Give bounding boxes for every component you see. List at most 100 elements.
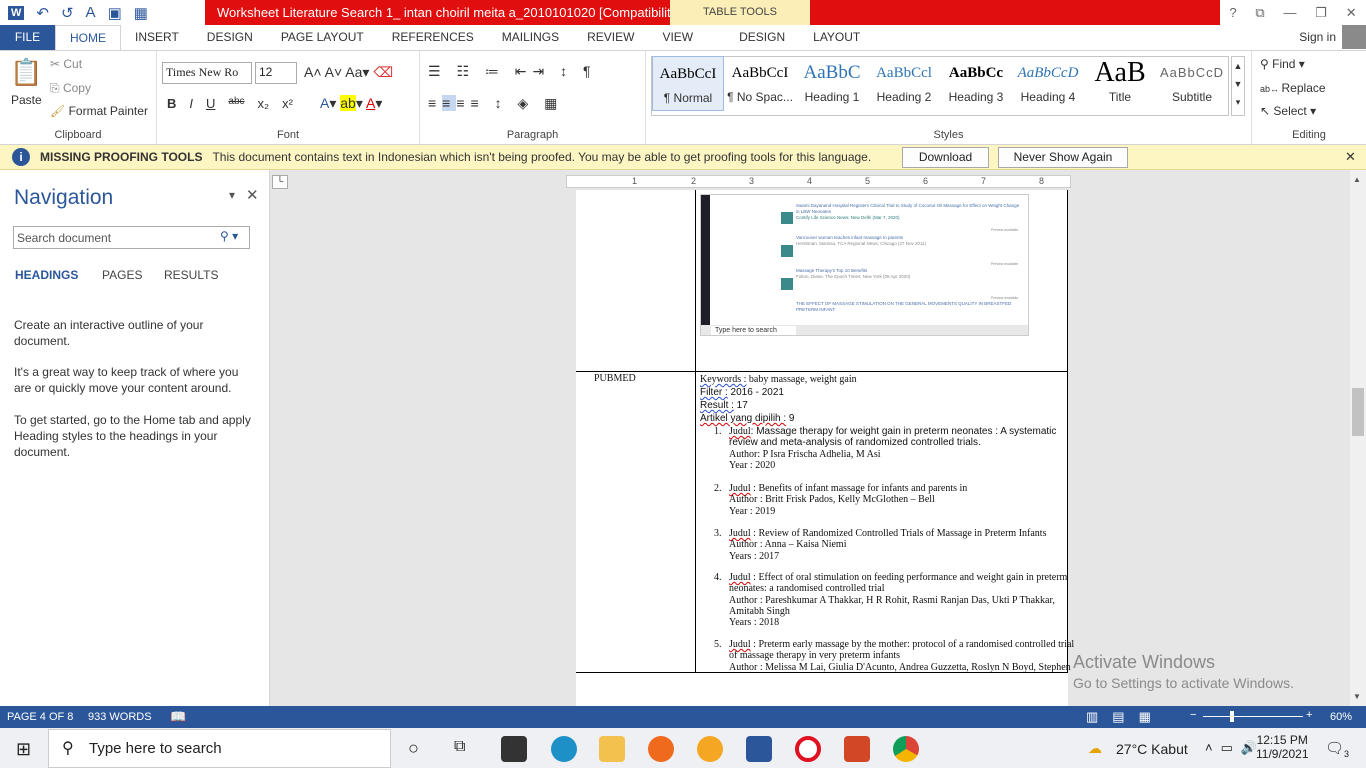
embedded-result: THE EFFECT OF MASSAGE STIMULATION ON THE…: [796, 301, 1012, 312]
tab-view[interactable]: VIEW: [648, 25, 707, 50]
paste-button[interactable]: Paste: [11, 93, 42, 107]
search-icon[interactable]: ⚲ ▾: [220, 229, 238, 243]
tab-table-layout[interactable]: LAYOUT: [799, 25, 874, 50]
tab-page-layout[interactable]: PAGE LAYOUT: [267, 25, 378, 50]
scroll-up-icon[interactable]: ▲: [1353, 175, 1361, 184]
undo-icon[interactable]: ↶: [36, 4, 49, 22]
close-pane-icon[interactable]: ✕: [246, 186, 259, 204]
pane-options-icon[interactable]: ▾: [229, 188, 235, 202]
never-show-again-button[interactable]: Never Show Again: [998, 147, 1128, 168]
grow-shrink-font-icons[interactable]: A˄ A˅ Aa▾ ⌫: [304, 64, 393, 81]
word-count[interactable]: 933 WORDS: [88, 711, 152, 723]
scrollbar-thumb[interactable]: [1352, 388, 1364, 436]
subscript-button[interactable]: x₂: [258, 96, 270, 111]
zoom-slider-thumb[interactable]: [1230, 711, 1234, 722]
style-heading-2[interactable]: AaBbCcl Heading 2: [868, 56, 940, 111]
copy-button[interactable]: ⎘ Copy: [50, 81, 91, 96]
tab-file[interactable]: FILE: [0, 25, 55, 50]
zoom-level[interactable]: 60%: [1330, 711, 1352, 723]
tab-mailings[interactable]: MAILINGS: [488, 25, 573, 50]
ribbon-display-icon[interactable]: ⧉: [1255, 5, 1264, 21]
font-size-select[interactable]: 12: [255, 62, 297, 84]
windows-start-icon[interactable]: ⊞: [16, 739, 31, 760]
cortana-icon[interactable]: ○: [408, 738, 419, 759]
avatar[interactable]: [1342, 25, 1366, 49]
search-document-input[interactable]: Search document: [13, 226, 250, 249]
notifications-icon[interactable]: 🗨3: [1325, 739, 1349, 759]
clock[interactable]: 12:15 PM 11/9/2021: [1256, 733, 1309, 761]
paste-icon[interactable]: 📋: [10, 57, 42, 88]
underline-button[interactable]: U: [206, 96, 215, 111]
edge-icon[interactable]: [551, 736, 577, 762]
close-message-icon[interactable]: ✕: [1345, 149, 1356, 165]
style-subtitle[interactable]: AaBbCcD Subtitle: [1156, 56, 1228, 111]
firefox-icon[interactable]: [648, 736, 674, 762]
minimize-button[interactable]: —: [1283, 5, 1296, 20]
style-heading-3[interactable]: AaBbCc Heading 3: [940, 56, 1012, 111]
italic-button[interactable]: I: [189, 96, 193, 111]
font-color-icon[interactable]: A: [86, 4, 96, 21]
tab-design[interactable]: DESIGN: [193, 25, 267, 50]
help-button[interactable]: ?: [1229, 5, 1236, 20]
redo-icon[interactable]: ↺: [61, 4, 74, 22]
zoom-out-button[interactable]: −: [1190, 709, 1196, 721]
tab-home[interactable]: HOME: [55, 25, 121, 50]
font-name-select[interactable]: Times New Ro: [162, 62, 252, 84]
word-logo-icon: W: [8, 5, 25, 20]
style-no-spacing[interactable]: AaBbCcI ¶ No Spac...: [724, 56, 796, 111]
taskbar-search-input[interactable]: Type here to search: [48, 729, 391, 768]
word-taskbar-icon[interactable]: [746, 736, 772, 762]
task-view-icon[interactable]: ⧉: [454, 738, 465, 756]
file-explorer-icon[interactable]: [599, 736, 625, 762]
chrome-icon[interactable]: [893, 736, 919, 762]
tab-table-design[interactable]: DESIGN: [725, 25, 799, 50]
tab-insert[interactable]: INSERT: [121, 25, 193, 50]
tab-review[interactable]: REVIEW: [573, 25, 648, 50]
find-button[interactable]: ⚲ Find ▾: [1260, 57, 1305, 71]
tab-selector[interactable]: └: [272, 175, 288, 189]
embedded-sidebar: [701, 195, 710, 335]
superscript-button[interactable]: x²: [282, 96, 293, 111]
list-indent-icons[interactable]: ☰ ☷ ≔ ⇤⇥ ↕ ¶: [428, 63, 597, 80]
embedded-badges: Preview available Preview available Previe…: [991, 228, 1019, 334]
zoom-in-button[interactable]: +: [1306, 709, 1312, 721]
proofing-icon[interactable]: 📖: [170, 709, 186, 725]
ribbon: 📋 Paste ✂ Cut ⎘ Copy 🖌 Format Painter Cl…: [0, 50, 1366, 145]
cut-button[interactable]: ✂ Cut: [50, 57, 82, 71]
replace-button[interactable]: ab↔ Replace: [1260, 81, 1326, 95]
weather-icon[interactable]: ☁: [1088, 740, 1102, 757]
touch-mode-icon[interactable]: ▦: [134, 4, 148, 22]
document-page[interactable]: Swami Dayanand Hospital Registers Clinic…: [576, 190, 1074, 706]
restore-button[interactable]: ❐: [1315, 5, 1327, 21]
text-effects-highlight-color-icons[interactable]: A▾ ab▾ A▾: [320, 95, 382, 112]
bold-button[interactable]: B: [167, 96, 176, 111]
select-button[interactable]: ↖ Select ▾: [1260, 104, 1316, 118]
style-heading-1[interactable]: AaBbC Heading 1: [796, 56, 868, 111]
zoom-slider[interactable]: [1203, 716, 1303, 717]
tab-results[interactable]: RESULTS: [164, 268, 218, 282]
powerpoint-icon[interactable]: [844, 736, 870, 762]
styles-scroll-buttons[interactable]: ▲ ▼ ▾: [1231, 56, 1245, 116]
horizontal-ruler[interactable]: 1 2 3 4 5 6 7 8: [566, 175, 1071, 188]
tab-pages[interactable]: PAGES: [102, 268, 142, 282]
opera-icon[interactable]: [795, 736, 821, 762]
tab-references[interactable]: REFERENCES: [378, 25, 488, 50]
page-count[interactable]: PAGE 4 OF 8: [7, 711, 73, 723]
style-normal[interactable]: AaBbCcI ¶ Normal: [652, 56, 724, 111]
style-title[interactable]: AaB Title: [1084, 56, 1156, 111]
style-heading-4[interactable]: AaBbCcD Heading 4: [1012, 56, 1084, 111]
alignment-icons[interactable]: ≡≡≡≡ ↕ ◈ ▦: [428, 95, 563, 112]
vertical-scrollbar[interactable]: ▲ ▼: [1350, 170, 1366, 706]
save-icon[interactable]: ▣: [108, 4, 122, 22]
brave-icon[interactable]: [697, 736, 723, 762]
sign-in-link[interactable]: Sign in: [1299, 30, 1336, 44]
strikethrough-button[interactable]: abc: [228, 96, 244, 111]
weather-text[interactable]: 27°C Kabut: [1116, 741, 1188, 757]
view-mode-icons[interactable]: ▥▤▦: [1086, 709, 1165, 725]
store-icon[interactable]: [501, 736, 527, 762]
scroll-down-icon[interactable]: ▼: [1353, 692, 1361, 701]
download-button[interactable]: Download: [902, 147, 989, 168]
close-button[interactable]: ✕: [1346, 5, 1357, 21]
format-painter-button[interactable]: 🖌 Format Painter: [50, 104, 148, 118]
tab-headings[interactable]: HEADINGS: [15, 268, 78, 282]
